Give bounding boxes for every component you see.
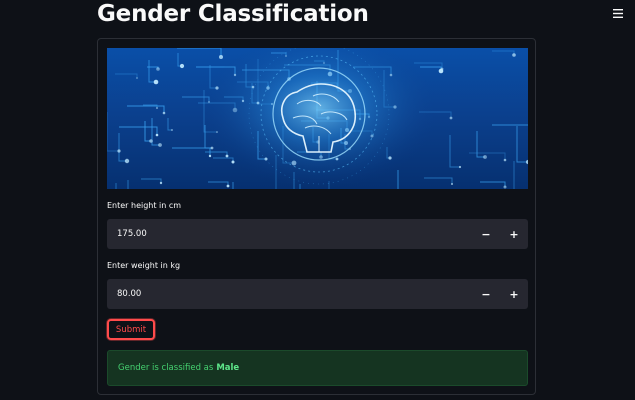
weight-input[interactable] <box>107 279 472 309</box>
page-title: Gender Classification <box>97 1 369 27</box>
weight-number-input: − + <box>107 279 528 309</box>
banner-image <box>107 48 528 189</box>
height-label: Enter height in cm <box>107 201 182 210</box>
height-decrement-button[interactable]: − <box>472 219 500 249</box>
submit-button[interactable]: Submit <box>107 319 155 340</box>
result-prefix: Gender is classified as <box>118 363 214 373</box>
weight-label: Enter weight in kg <box>107 261 181 270</box>
height-input[interactable] <box>107 219 472 249</box>
height-number-input: − + <box>107 219 528 249</box>
main-menu-button[interactable] <box>611 6 625 20</box>
ai-brain-circuit-image <box>107 48 528 189</box>
result-value: Male <box>216 363 240 373</box>
classification-result-alert: Gender is classified as Male <box>107 350 528 386</box>
app-page: Gender Classification Enter height in cm… <box>0 0 635 400</box>
weight-decrement-button[interactable]: − <box>472 279 500 309</box>
weight-increment-button[interactable]: + <box>500 279 528 309</box>
classification-form: Enter height in cm − + Enter weight in k… <box>97 38 536 395</box>
hamburger-menu-icon <box>613 8 623 18</box>
height-increment-button[interactable]: + <box>500 219 528 249</box>
